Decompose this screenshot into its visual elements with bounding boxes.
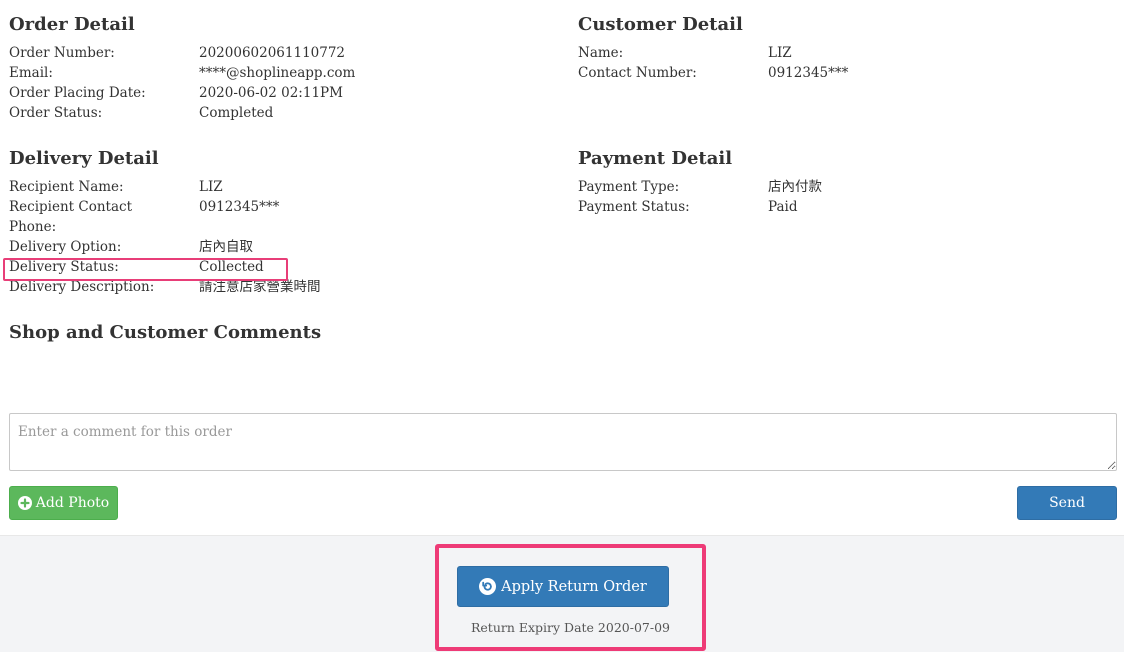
contact-number-row: Contact Number: 0912345*** [578,63,1118,83]
payment-type-row: Payment Type: 店內付款 [578,177,1118,197]
order-date-label: Order Placing Date: [9,85,146,101]
email-row: Email: ****@shoplineapp.com [9,63,549,83]
payment-type-label: Payment Type: [578,179,680,195]
email-value: ****@shoplineapp.com [199,65,356,81]
delivery-status-highlight [3,258,288,281]
recipient-phone-label: Recipient Contact Phone: [9,199,133,235]
contact-number-label: Contact Number: [578,65,697,81]
comments-section: Shop and Customer Comments [9,321,609,351]
add-photo-label: Add Photo [35,495,110,511]
delivery-option-row: Delivery Option: 店內自取 [9,237,549,257]
delivery-option-value: 店內自取 [199,239,253,255]
customer-detail-section: Customer Detail Name: LIZ Contact Number… [578,13,1118,83]
plus-circle-icon [17,496,32,510]
delivery-option-label: Delivery Option: [9,239,122,255]
apply-return-order-label: Apply Return Order [501,578,647,595]
recipient-name-label: Recipient Name: [9,179,124,195]
payment-status-value: Paid [768,199,798,215]
recipient-name-row: Recipient Name: LIZ [9,177,549,197]
order-status-row: Order Status: Completed [9,103,549,123]
order-number-value: 20200602061110772 [199,45,346,61]
order-detail-section: Order Detail Order Number: 2020060206111… [9,13,549,123]
payment-detail-section: Payment Detail Payment Type: 店內付款 Paymen… [578,147,1118,217]
customer-detail-title: Customer Detail [578,14,743,35]
apply-return-order-button[interactable]: Apply Return Order [457,566,669,607]
order-number-label: Order Number: [9,45,115,61]
order-status-label: Order Status: [9,105,103,121]
order-status-value: Completed [199,105,274,121]
customer-name-value: LIZ [768,45,792,61]
comment-input[interactable] [9,413,1117,471]
recipient-name-value: LIZ [199,179,223,195]
delivery-detail-title: Delivery Detail [9,148,159,169]
return-expiry-date: Return Expiry Date 2020-07-09 [470,620,670,635]
payment-status-label: Payment Status: [578,199,690,215]
order-detail-title: Order Detail [9,14,135,35]
order-date-row: Order Placing Date: 2020-06-02 02:11PM [9,83,549,103]
comments-title: Shop and Customer Comments [9,322,322,343]
contact-number-value: 0912345*** [768,65,849,81]
payment-detail-title: Payment Detail [578,148,733,169]
customer-name-row: Name: LIZ [578,43,1118,63]
add-photo-button[interactable]: Add Photo [9,486,118,520]
payment-type-value: 店內付款 [768,179,822,195]
email-label: Email: [9,65,53,81]
undo-icon [479,578,497,595]
payment-status-row: Payment Status: Paid [578,197,1118,217]
recipient-phone-row: Recipient Contact Phone: 0912345*** [9,197,549,237]
send-label: Send [1049,495,1085,511]
recipient-phone-value: 0912345*** [199,199,280,215]
customer-name-label: Name: [578,45,624,61]
order-number-row: Order Number: 20200602061110772 [9,43,549,63]
send-button[interactable]: Send [1017,486,1117,520]
order-date-value: 2020-06-02 02:11PM [199,85,343,101]
